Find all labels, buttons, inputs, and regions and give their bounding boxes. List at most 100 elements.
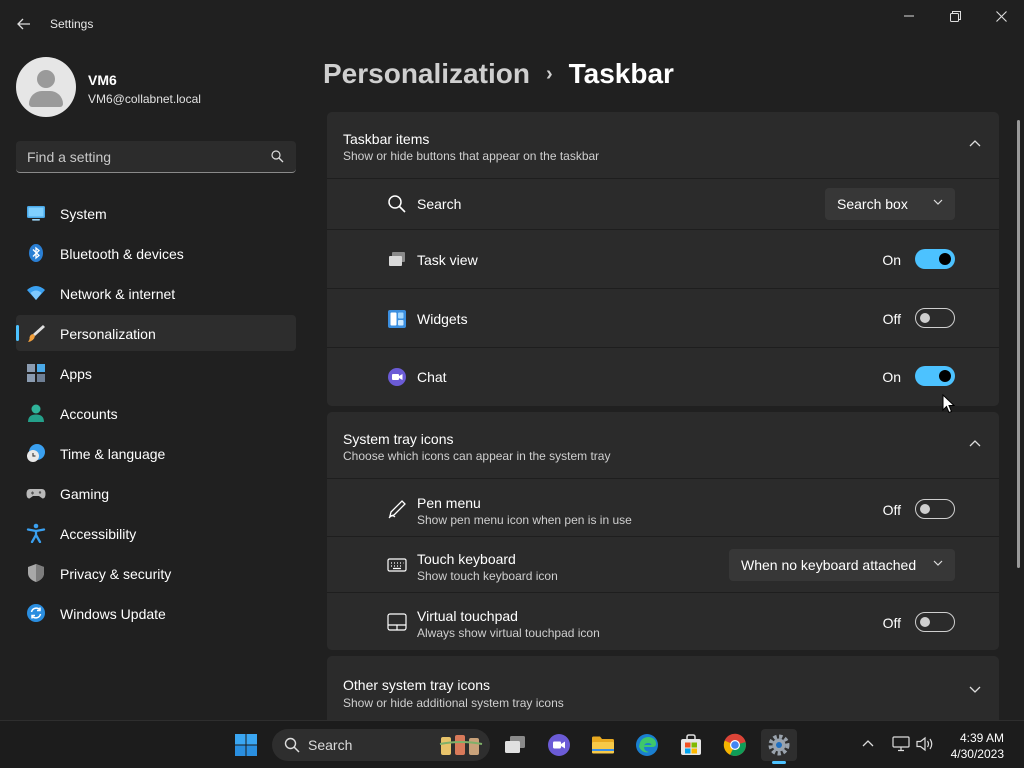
close-button[interactable] [978,0,1024,32]
edge-browser-button[interactable] [629,729,665,761]
section-subtitle: Choose which icons can appear in the sys… [343,449,611,463]
taskbar-items-header[interactable]: Taskbar items Show or hide buttons that … [327,112,999,179]
sidebar-item-bluetooth[interactable]: Bluetooth & devices [16,235,296,271]
pen-menu-toggle[interactable] [915,499,955,519]
section-title: System tray icons [343,431,454,447]
setting-description: Always show virtual touchpad icon [417,626,600,640]
teams-chat-button[interactable] [541,729,577,761]
chrome-icon [723,733,746,756]
apps-icon [27,364,45,382]
setting-label: Touch keyboard [417,551,516,567]
microsoft-store-button[interactable] [673,729,709,761]
sidebar-item-label: Privacy & security [60,566,172,582]
bluetooth-icon [29,244,43,262]
sidebar-item-apps[interactable]: Apps [16,355,296,391]
sidebar-item-accounts[interactable]: Accounts [16,395,296,431]
chat-icon [548,734,570,756]
clock-globe-icon [27,444,45,462]
sidebar-item-time-language[interactable]: Time & language [16,435,296,471]
setting-row-touch-keyboard: Touch keyboard Show touch keyboard icon … [327,537,999,593]
show-hidden-icons-chevron-icon[interactable] [862,739,874,747]
main-content: Taskbar items Show or hide buttons that … [327,112,999,726]
brush-icon [28,325,45,342]
back-button[interactable] [12,12,36,36]
section-subtitle: Show or hide additional system tray icon… [343,696,564,710]
chevron-down-icon [933,560,943,566]
setting-label: Widgets [417,311,468,327]
sidebar-item-label: System [60,206,107,222]
pen-icon [388,500,406,519]
search-icon [271,150,284,163]
setting-label: Chat [417,369,447,385]
sidebar-item-accessibility[interactable]: Accessibility [16,515,296,551]
title-bar: Settings [0,0,1024,48]
breadcrumb: Personalization › Taskbar [323,58,674,90]
task-view-toggle[interactable] [915,249,955,269]
touch-keyboard-dropdown[interactable]: When no keyboard attached [729,549,955,581]
windows-taskbar: Search 4:39 AM 4/30/2023 [0,720,1024,768]
windows-logo-icon [235,734,257,756]
dropdown-value: Search box [837,196,908,212]
breadcrumb-parent[interactable]: Personalization [323,58,530,90]
scrollbar[interactable] [1017,120,1020,568]
taskbar-search-box[interactable]: Search [272,729,490,761]
sidebar-item-privacy[interactable]: Privacy & security [16,555,296,591]
widgets-toggle[interactable] [915,308,955,328]
toggle-knob [939,370,951,382]
sidebar-item-personalization[interactable]: Personalization [16,315,296,351]
search-icon [284,737,300,753]
setting-row-search: Search Search box [327,179,999,230]
avatar[interactable] [16,57,76,117]
avatar-head [37,70,55,88]
chrome-browser-button[interactable] [717,729,753,761]
task-view-button[interactable] [497,729,533,761]
volume-icon[interactable] [916,736,934,752]
mouse-cursor-icon [942,394,955,414]
search-mode-dropdown[interactable]: Search box [825,188,955,220]
other-tray-section[interactable]: Other system tray icons Show or hide add… [327,656,999,726]
network-icon[interactable] [892,736,910,752]
chevron-up-icon [969,140,981,147]
toggle-knob [920,504,930,514]
task-view-icon [389,252,405,266]
toggle-knob [920,313,930,323]
sidebar-item-label: Windows Update [60,606,166,622]
sidebar-item-label: Accounts [60,406,118,422]
system-icon [27,206,45,221]
restore-button[interactable] [932,0,978,32]
section-title: Other system tray icons [343,677,491,693]
minimize-icon [904,15,914,17]
sidebar-item-gaming[interactable]: Gaming [16,475,296,511]
setting-label: Pen menu [417,495,481,511]
settings-gear-icon [768,734,790,756]
settings-app-button[interactable] [761,729,797,764]
toggle-state-label: Off [882,311,901,327]
sidebar-item-network[interactable]: Network & internet [16,275,296,311]
chevron-down-icon [969,686,981,693]
sidebar-item-label: Time & language [60,446,166,462]
setting-row-pen-menu: Pen menu Show pen menu icon when pen is … [327,479,999,537]
close-icon [995,10,1007,22]
toggle-knob [939,253,951,265]
chat-toggle[interactable] [915,366,955,386]
start-button[interactable] [228,729,264,761]
chevron-up-icon [969,440,981,447]
virtual-touchpad-toggle[interactable] [915,612,955,632]
search-input[interactable]: Find a setting [16,141,296,173]
edge-icon [636,734,658,756]
clock[interactable]: 4:39 AM 4/30/2023 [938,730,1018,762]
setting-row-chat: Chat On [327,348,999,406]
file-explorer-button[interactable] [585,729,621,761]
account-email: VM6@collabnet.local [88,92,201,106]
app-title: Settings [50,17,94,31]
sidebar-item-windows-update[interactable]: Windows Update [16,595,296,631]
section-title: Taskbar items [343,131,430,147]
keyboard-icon [387,558,407,572]
restore-icon [949,10,961,22]
clock-time: 4:39 AM [959,731,1004,745]
minimize-button[interactable] [886,0,932,32]
system-tray-header[interactable]: System tray icons Choose which icons can… [327,412,999,479]
sidebar-item-system[interactable]: System [16,195,296,231]
toggle-state-label: Off [882,615,901,631]
setting-row-widgets: Widgets Off [327,289,999,348]
